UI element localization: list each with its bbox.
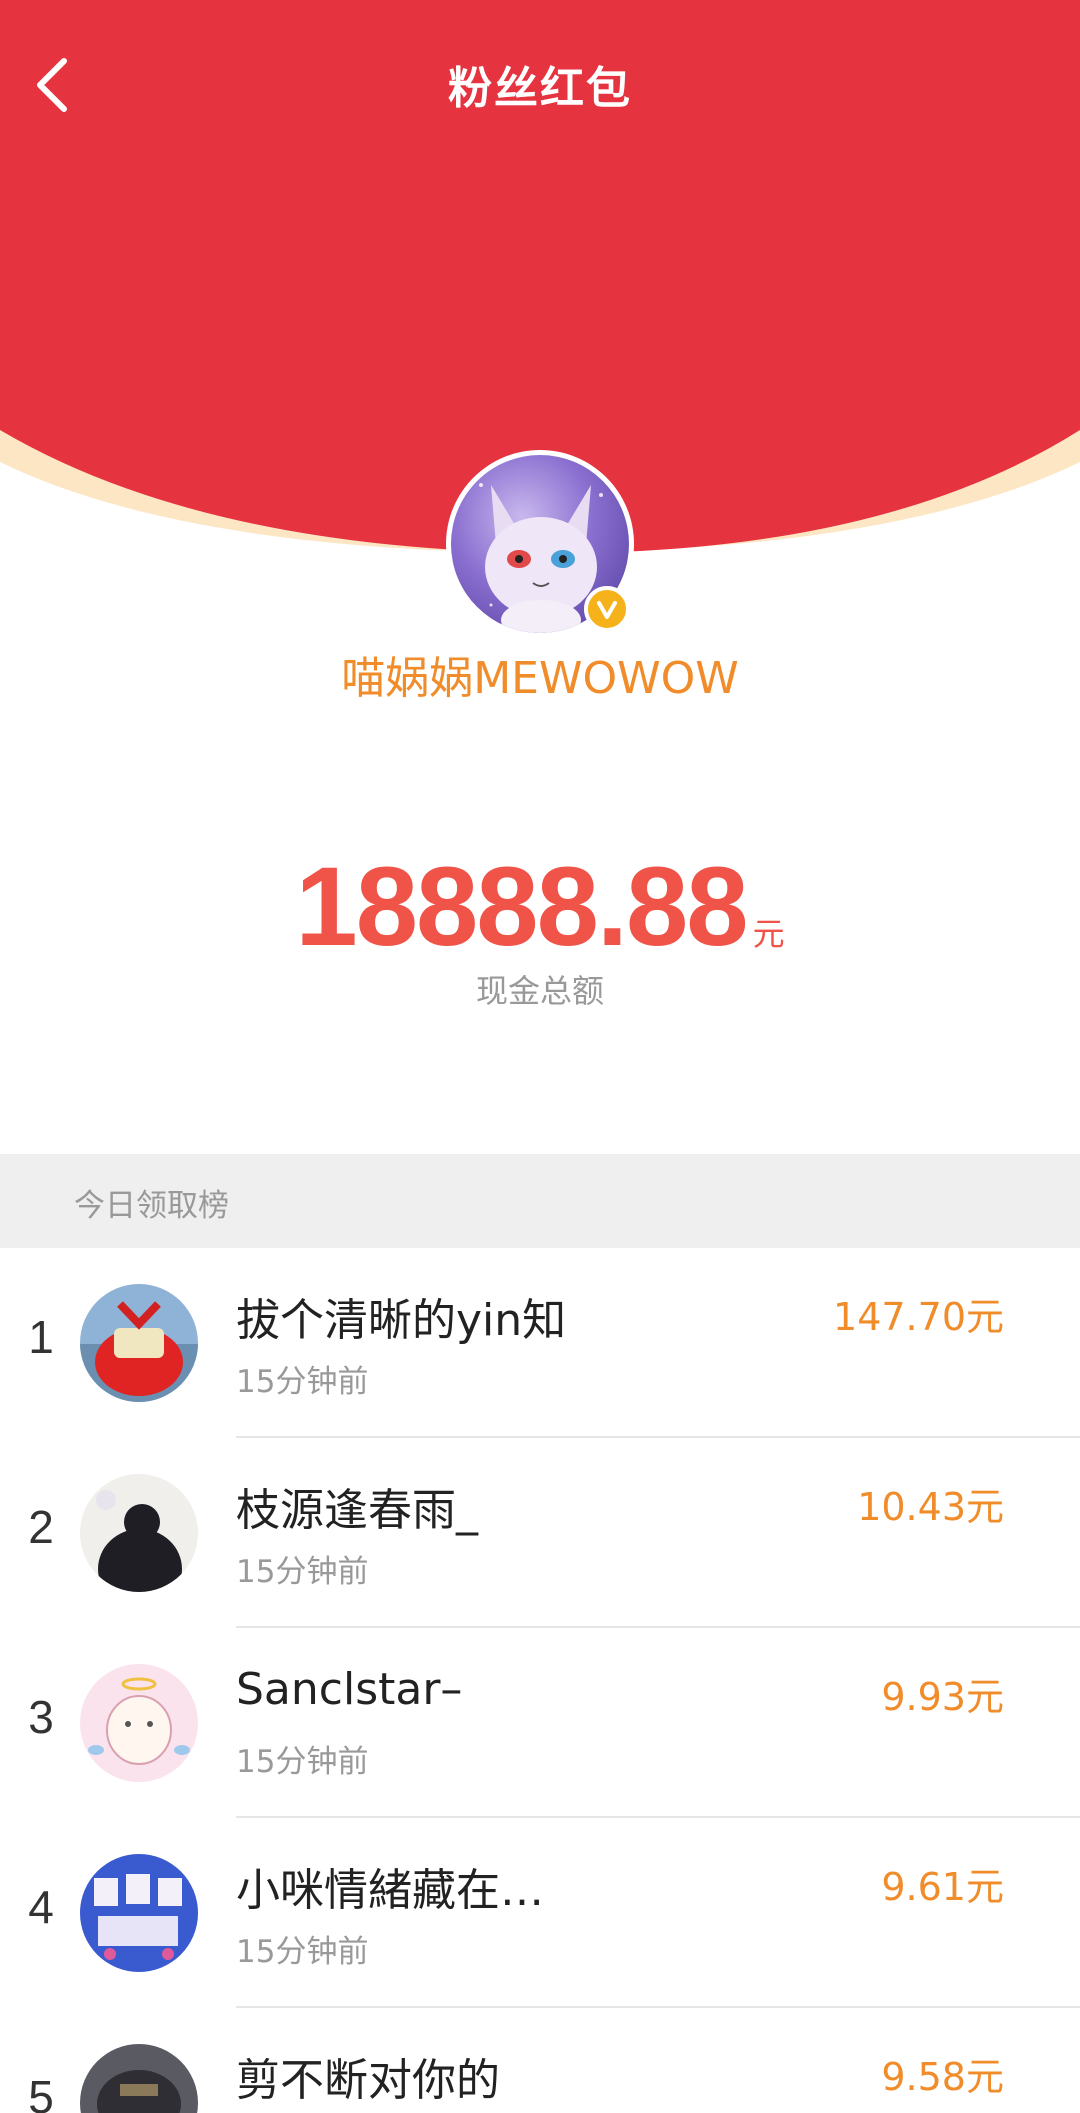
list-item-time: 15分钟前 <box>236 1934 369 1970</box>
rank-number: 3 <box>28 1691 54 1743</box>
leaderboard-header: 今日领取榜 <box>0 1154 1080 1248</box>
list-item-amount: 9.61元 <box>881 1865 1004 1909</box>
list-item-name: 枝源逢春雨_ <box>236 1485 478 1536</box>
rank-number: 4 <box>28 1881 54 1933</box>
avatar[interactable] <box>80 1854 198 1972</box>
avatar[interactable] <box>80 1474 198 1592</box>
total-amount-row: 18888.88 元 <box>0 842 1080 971</box>
total-amount-label: 现金总额 <box>475 972 604 1010</box>
avatar[interactable] <box>80 1284 198 1402</box>
list-item[interactable]: 5 剪不断对你的 9.58元 <box>0 2008 1080 2113</box>
rank-number: 2 <box>28 1501 54 1553</box>
list-item[interactable]: 1 拔个清晰的yin知 15分钟前 147.70元 <box>0 1248 1080 1438</box>
list-item[interactable]: 4 小咪情緒藏在… 15分钟前 9.61元 <box>0 1818 1080 2008</box>
page-title: 粉丝红包 <box>448 63 632 114</box>
list-item-amount: 147.70元 <box>833 1295 1004 1339</box>
list-item-time: 15分钟前 <box>236 1554 369 1590</box>
list-item-name: Sanclstar– <box>236 1664 463 1715</box>
list-item-name: 剪不断对你的 <box>236 2055 500 2106</box>
sender-name[interactable]: 喵娲娲MEWOWOW <box>0 642 1080 706</box>
list-item-time: 15分钟前 <box>236 1744 369 1780</box>
avatar[interactable] <box>80 1664 198 1782</box>
total-amount: 18888.88 <box>295 844 748 969</box>
list-item[interactable]: 2 枝源逢春雨_ 15分钟前 10.43元 <box>0 1438 1080 1628</box>
verified-v-icon <box>584 586 630 632</box>
rank-number: 1 <box>28 1311 54 1363</box>
list-item-time: 15分钟前 <box>236 1364 369 1400</box>
rank-number: 5 <box>28 2071 54 2113</box>
avatar[interactable] <box>80 2044 198 2113</box>
list-item-amount: 9.93元 <box>881 1675 1004 1719</box>
list-item-amount: 10.43元 <box>857 1485 1004 1529</box>
list-item-amount: 9.58元 <box>881 2055 1004 2099</box>
leaderboard-list: 1 拔个清晰的yin知 15分钟前 147.70元 2 枝源逢春雨_ 15分钟前… <box>0 1248 1080 2113</box>
list-item-name: 拔个清晰的yin知 <box>236 1295 567 1346</box>
total-amount-unit: 元 <box>752 915 785 953</box>
list-item[interactable]: 3 Sanclstar– 15分钟前 9.93元 <box>0 1628 1080 1818</box>
list-item-name: 小咪情緒藏在… <box>236 1865 544 1916</box>
